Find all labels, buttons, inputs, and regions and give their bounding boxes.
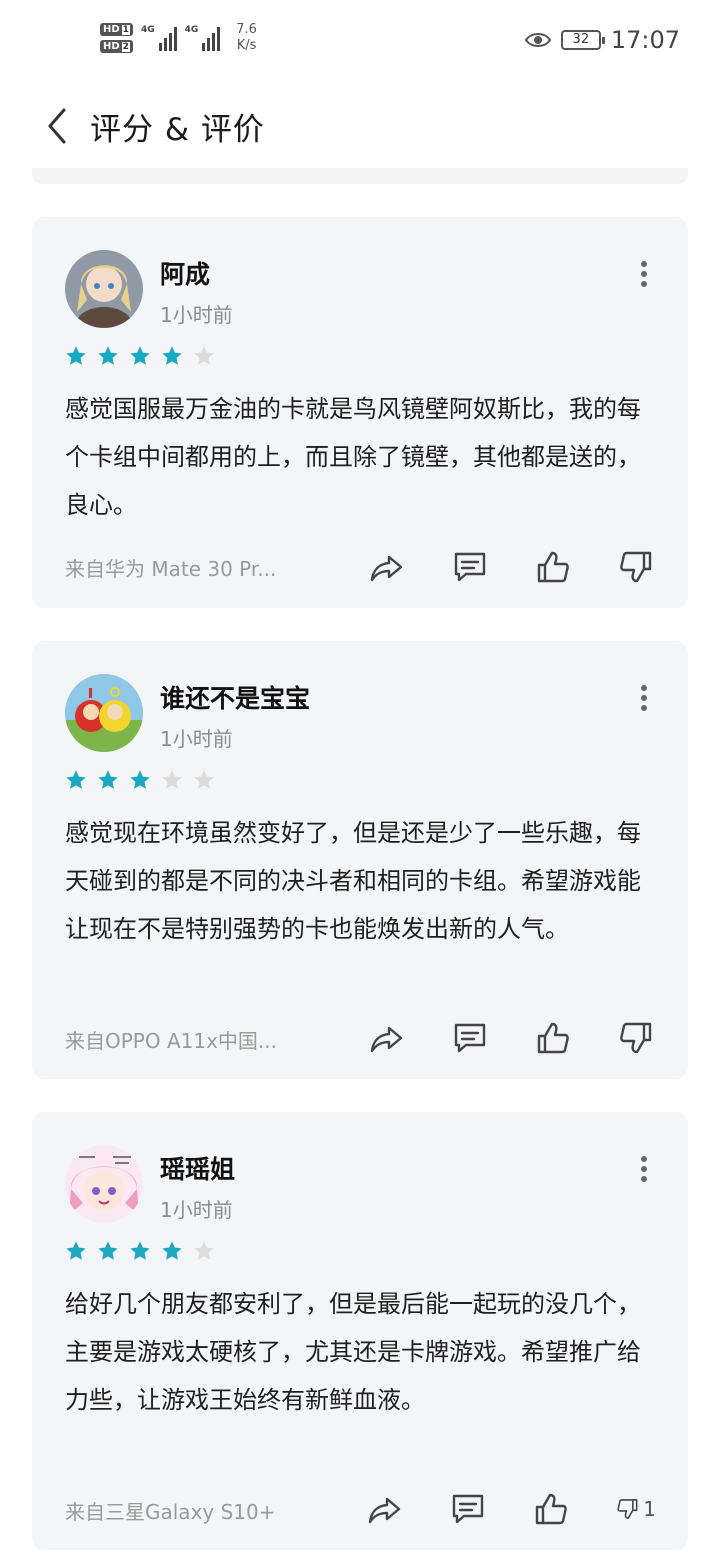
device-source: 来自OPPO A11x中国... xyxy=(65,1029,278,1053)
review-actions: 1 xyxy=(324,1489,656,1529)
status-bar: HD 1 HD 2 4G 4G 7.6 K/s 32 17:07 xyxy=(0,0,720,84)
dislike-count: 1 xyxy=(643,1497,656,1521)
dislike-button[interactable] xyxy=(618,1018,658,1058)
review-actions xyxy=(326,1018,658,1058)
signal-sim2-icon: 4G xyxy=(185,25,221,51)
clock: 17:07 xyxy=(610,26,680,54)
star-empty-icon xyxy=(194,770,214,789)
review-text: 给好几个朋友都安利了，但是最后能一起玩的没几个，主要是游戏太硬核了，尤其还是卡牌… xyxy=(65,1290,641,1414)
comment-button[interactable] xyxy=(450,1489,490,1529)
like-button[interactable] xyxy=(533,1489,573,1529)
network-speed: 7.6 K/s xyxy=(236,22,257,53)
share-button[interactable] xyxy=(367,1489,407,1529)
page-title: 评分 & 评价 xyxy=(90,112,265,148)
star-filled-icon xyxy=(98,770,118,789)
device-source: 来自华为 Mate 30 Pr... xyxy=(65,557,277,581)
previous-card-edge xyxy=(32,168,688,184)
star-filled-icon xyxy=(130,346,150,365)
comment-button[interactable] xyxy=(452,1018,492,1058)
review-time: 1小时前 xyxy=(160,727,233,751)
more-options-icon[interactable] xyxy=(640,685,648,711)
comment-icon xyxy=(454,552,486,582)
star-filled-icon xyxy=(162,346,182,365)
review-card: 瑶瑶姐 1小时前 给好几个朋友都安利了，但是最后能一起玩的没几个，主要是游戏太硬… xyxy=(32,1112,688,1550)
star-filled-icon xyxy=(162,1241,182,1260)
star-filled-icon xyxy=(66,346,86,365)
star-empty-icon xyxy=(194,346,214,365)
dislike-button[interactable]: 1 xyxy=(616,1489,656,1529)
comment-icon xyxy=(452,1494,484,1524)
device-source: 来自三星Galaxy S10+ xyxy=(65,1500,276,1524)
more-options-icon[interactable] xyxy=(640,261,648,287)
share-icon xyxy=(368,1497,401,1524)
star-filled-icon xyxy=(130,1241,150,1260)
star-rating xyxy=(65,1240,215,1262)
more-options-icon[interactable] xyxy=(640,1156,648,1182)
comment-icon xyxy=(454,1023,486,1053)
star-empty-icon xyxy=(162,770,182,789)
avatar[interactable] xyxy=(65,1145,143,1223)
battery-icon: 32 xyxy=(560,30,605,50)
hd-voice-sim2-icon: HD 2 xyxy=(100,40,133,53)
app-header: 评分 & 评价 xyxy=(0,90,720,162)
star-rating xyxy=(65,769,215,791)
thumbs-down-icon xyxy=(620,551,652,583)
star-filled-icon xyxy=(130,770,150,789)
share-icon xyxy=(370,555,403,582)
dislike-button[interactable] xyxy=(618,547,658,587)
thumbs-up-icon xyxy=(535,1493,567,1525)
review-text: 感觉现在环境虽然变好了，但是还是少了一些乐趣，每天碰到的都是不同的决斗者和相同的… xyxy=(65,819,641,943)
star-filled-icon xyxy=(98,346,118,365)
avatar[interactable] xyxy=(65,674,143,752)
comment-button[interactable] xyxy=(452,547,492,587)
thumbs-down-icon xyxy=(617,1499,638,1519)
like-button[interactable] xyxy=(535,1018,575,1058)
reviewer-name: 瑶瑶姐 xyxy=(160,1155,236,1184)
review-text: 感觉国服最万金油的卡就是鸟风镜壁阿奴斯比，我的每个卡组中间都用的上，而且除了镜壁… xyxy=(65,395,641,519)
thumbs-up-icon xyxy=(537,1022,569,1054)
reviewer-name: 阿成 xyxy=(160,260,211,289)
thumbs-down-icon xyxy=(620,1022,652,1054)
eye-comfort-icon xyxy=(524,33,551,47)
thumbs-up-icon xyxy=(537,551,569,583)
back-arrow-icon[interactable] xyxy=(42,106,74,146)
review-time: 1小时前 xyxy=(160,1198,233,1222)
signal-sim1-icon: 4G xyxy=(141,25,177,51)
share-button[interactable] xyxy=(369,1018,409,1058)
review-time: 1小时前 xyxy=(160,303,233,327)
review-actions xyxy=(326,547,658,587)
star-filled-icon xyxy=(66,1241,86,1260)
hd-voice-sim1-icon: HD 1 xyxy=(100,23,133,36)
star-empty-icon xyxy=(194,1241,214,1260)
like-button[interactable] xyxy=(535,547,575,587)
review-card: 谁还不是宝宝 1小时前 感觉现在环境虽然变好了，但是还是少了一些乐趣，每天碰到的… xyxy=(32,641,688,1079)
star-rating xyxy=(65,345,215,367)
avatar[interactable] xyxy=(65,250,143,328)
review-card: 阿成 1小时前 感觉国服最万金油的卡就是鸟风镜壁阿奴斯比，我的每个卡组中间都用的… xyxy=(32,217,688,608)
share-button[interactable] xyxy=(369,547,409,587)
reviewer-name: 谁还不是宝宝 xyxy=(160,684,311,713)
star-filled-icon xyxy=(66,770,86,789)
star-filled-icon xyxy=(98,1241,118,1260)
share-icon xyxy=(370,1026,403,1053)
